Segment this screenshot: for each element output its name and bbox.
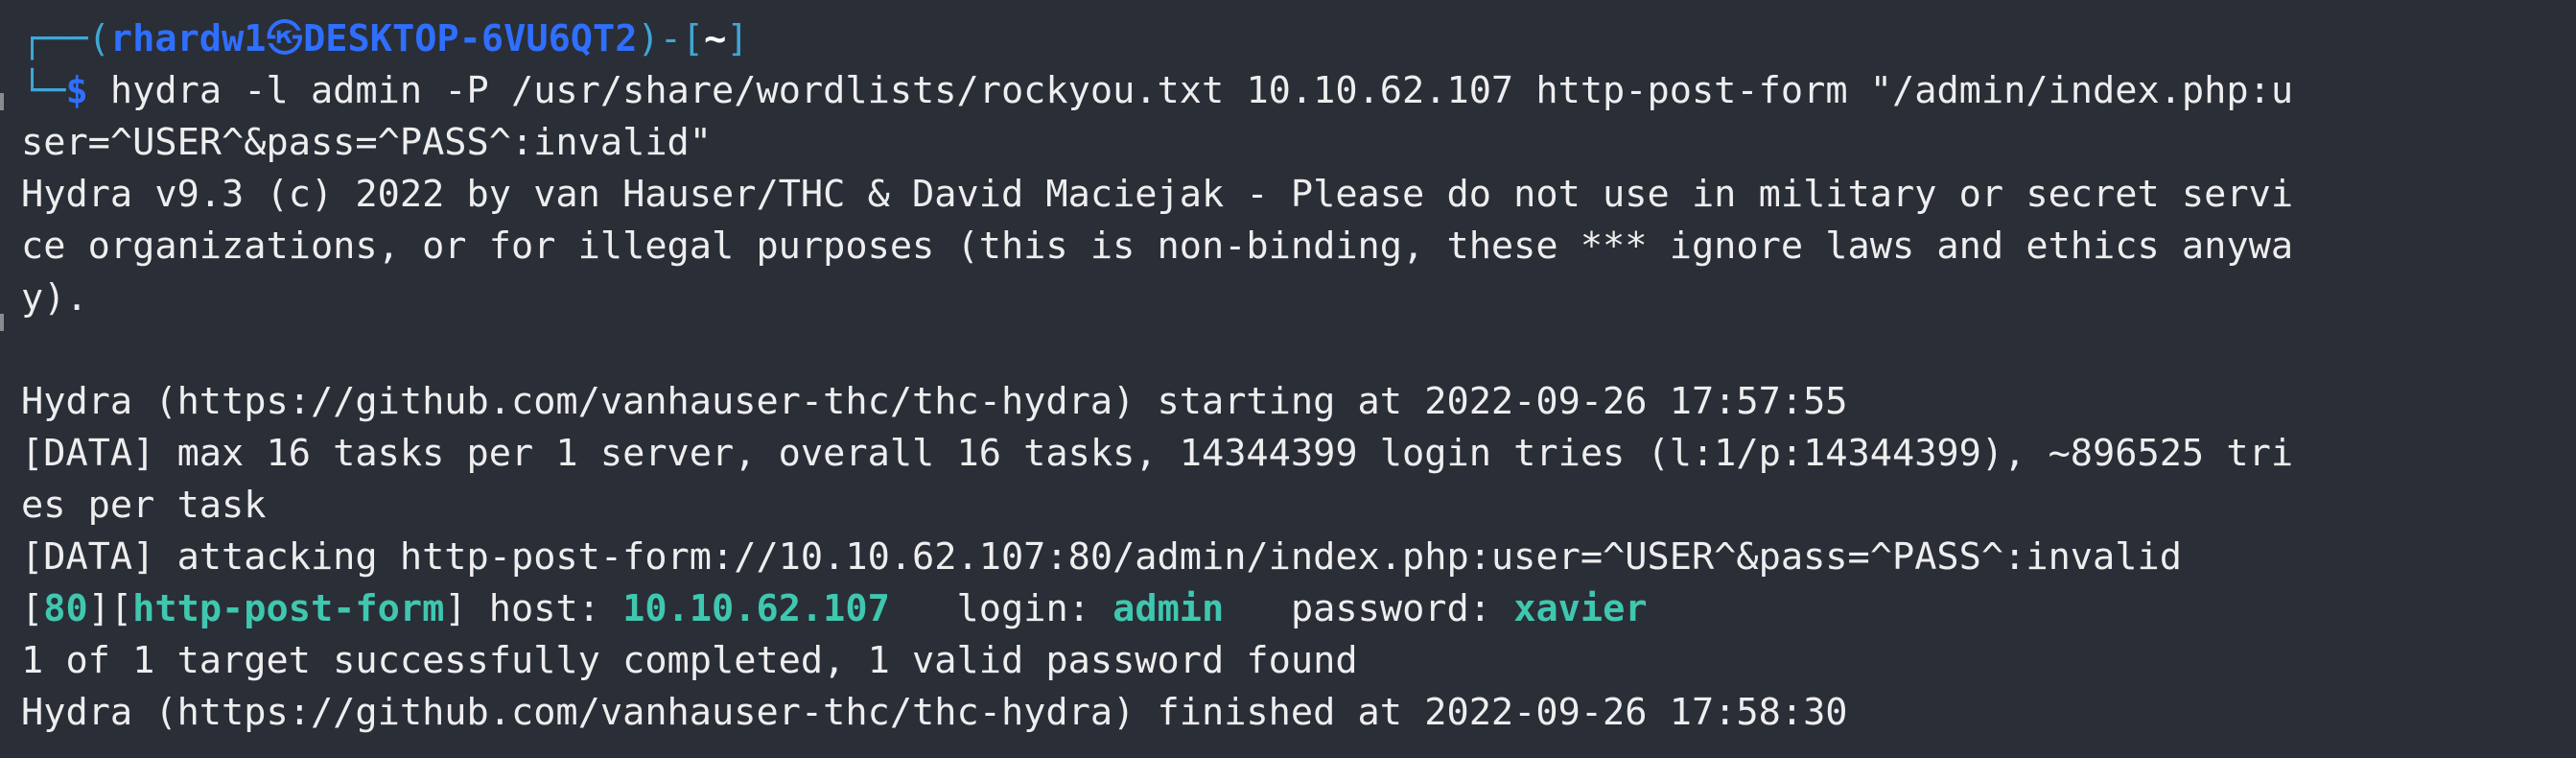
result-bracket: ][: [87, 587, 133, 630]
output-line: [DATA] attacking http-post-form://10.10.…: [21, 535, 2182, 579]
prompt-cwd: ~: [704, 17, 727, 60]
result-bracket: [: [21, 587, 44, 630]
result-host-label: host:: [466, 587, 623, 630]
output-line: Hydra (https://github.com/vanhauser-thc/…: [21, 691, 1848, 734]
prompt-frame-bottom: └─: [21, 69, 66, 112]
result-service: http-post-form: [132, 587, 445, 630]
result-port: 80: [43, 587, 88, 630]
command-line-wrap: ser=^USER^&pass=^PASS^:invalid": [21, 121, 713, 164]
prompt-frame-mid: )-[: [637, 17, 705, 60]
prompt-frame: ┌──(: [21, 17, 110, 60]
output-line: es per task: [21, 484, 267, 527]
output-line: Hydra (https://github.com/vanhauser-thc/…: [21, 380, 1848, 423]
output-line: y).: [21, 276, 88, 320]
output-blank-line: [21, 324, 2576, 376]
result-login-label: login:: [889, 587, 1113, 630]
prompt-host: DESKTOP-6VU6QT2: [303, 17, 638, 60]
result-host-value: 10.10.62.107: [622, 587, 890, 630]
output-line: Hydra v9.3 (c) 2022 by van Hauser/THC & …: [21, 173, 2294, 216]
result-password-value: xavier: [1513, 587, 1648, 630]
result-password-label: password:: [1224, 587, 1514, 630]
skull-icon: ㉿: [266, 17, 304, 60]
prompt-line: ┌──(rhardw1㉿DESKTOP-6VU6QT2)-[~]: [21, 13, 2576, 65]
output-line: ce organizations, or for illegal purpose…: [21, 225, 2294, 268]
command-line[interactable]: └─$ hydra -l admin -P /usr/share/wordlis…: [21, 65, 2576, 117]
scroll-marker: [0, 314, 4, 331]
terminal-window[interactable]: ┌──(rhardw1㉿DESKTOP-6VU6QT2)-[~] └─$ hyd…: [0, 0, 2576, 758]
command-text: hydra -l admin -P /usr/share/wordlists/r…: [87, 69, 2294, 112]
prompt-dollar: $: [65, 69, 88, 112]
result-login-value: admin: [1112, 587, 1225, 630]
result-bracket: ]: [444, 587, 467, 630]
output-line: [DATA] max 16 tasks per 1 server, overal…: [21, 432, 2294, 475]
scroll-marker: [0, 93, 4, 110]
prompt-user: rhardw1: [109, 17, 267, 60]
result-line: [80][http-post-form] host: 10.10.62.107 …: [21, 583, 2576, 635]
output-line: 1 of 1 target successfully completed, 1 …: [21, 639, 1358, 682]
prompt-frame-close: ]: [726, 17, 749, 60]
